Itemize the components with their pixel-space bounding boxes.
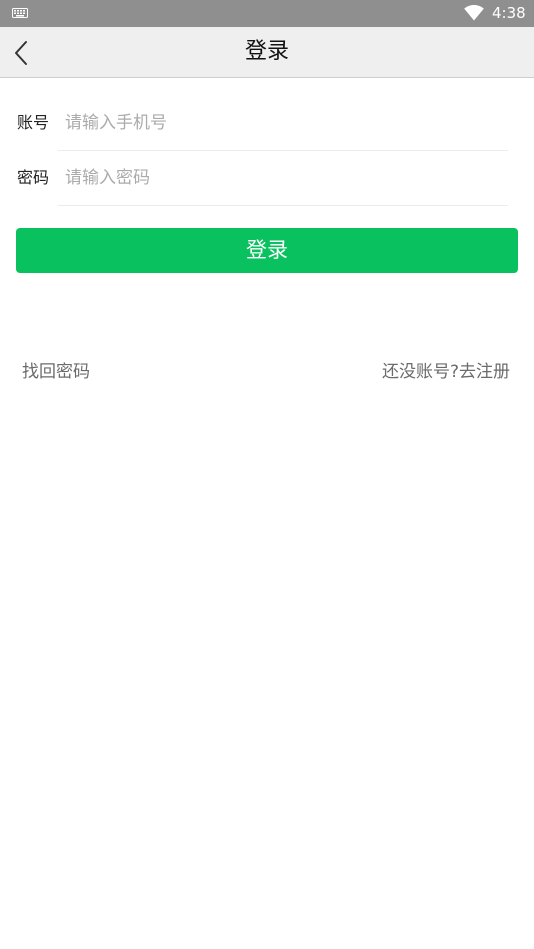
login-screen: 4:38 登录 账号 密码 登录 找回密码 还没账号?去注册	[0, 0, 534, 949]
password-row: 密码	[0, 150, 534, 206]
status-time: 4:38	[492, 4, 526, 22]
keyboard-icon	[12, 8, 28, 18]
forgot-password-link[interactable]: 找回密码	[22, 360, 90, 384]
account-input[interactable]	[58, 101, 508, 145]
account-label: 账号	[17, 113, 50, 132]
status-bar: 4:38	[0, 0, 534, 27]
wifi-icon	[464, 5, 484, 21]
password-divider	[58, 205, 508, 206]
login-button[interactable]: 登录	[16, 228, 518, 273]
back-button[interactable]	[12, 40, 32, 66]
nav-header: 登录	[0, 27, 534, 78]
password-label: 密码	[17, 168, 50, 187]
page-title: 登录	[244, 39, 289, 64]
chevron-left-icon	[15, 41, 27, 65]
password-input[interactable]	[58, 156, 508, 200]
account-row: 账号	[0, 95, 534, 151]
register-link[interactable]: 还没账号?去注册	[382, 360, 510, 384]
